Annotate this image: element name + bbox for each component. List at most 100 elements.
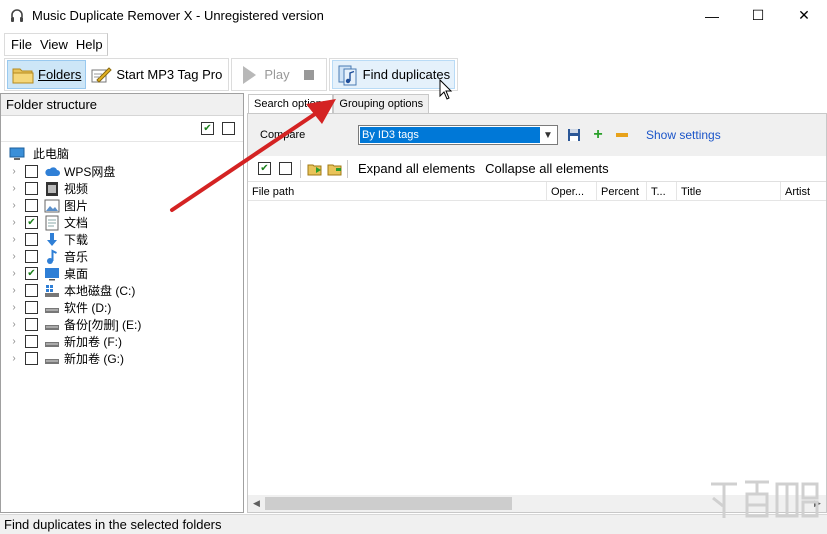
documents-icon <box>44 215 60 231</box>
play-button[interactable]: Play <box>234 60 293 89</box>
chevron-right-icon[interactable]: › <box>7 285 21 296</box>
tree-item-checkbox[interactable] <box>25 182 38 195</box>
collapse-all-button[interactable]: Collapse all elements <box>485 161 609 176</box>
column-percent[interactable]: Percent <box>597 182 647 201</box>
add-icon[interactable]: + <box>590 126 606 143</box>
tree-item[interactable]: › 新加卷 (F:) <box>1 333 243 350</box>
tree-item[interactable]: › 视频 <box>1 180 243 197</box>
tree-item-checkbox[interactable] <box>25 233 38 246</box>
tree-root-label: 此电脑 <box>33 147 70 161</box>
folder-structure-panel: Folder structure ✔ 此电脑 › WPS网盘 › 视频 › 图片 › ✔ 文档 ›… <box>0 93 244 513</box>
menu-file[interactable]: File <box>11 37 32 52</box>
column-file-path[interactable]: File path <box>248 182 547 201</box>
play-label: Play <box>264 67 290 82</box>
chevron-right-icon[interactable]: › <box>7 166 21 177</box>
mp3tag-label: Start MP3 Tag Pro <box>116 67 223 82</box>
scroll-left-icon[interactable]: ◀ <box>248 495 265 512</box>
stop-button[interactable] <box>294 60 324 89</box>
tree-item-checkbox[interactable] <box>25 284 38 297</box>
menu-view[interactable]: View <box>40 37 68 52</box>
chevron-right-icon[interactable]: › <box>7 336 21 347</box>
find-duplicates-button[interactable]: Find duplicates <box>331 60 456 89</box>
expand-all-button[interactable]: Expand all elements <box>358 161 475 176</box>
tree-item[interactable]: › 新加卷 (G:) <box>1 350 243 367</box>
tree-item-checkbox[interactable] <box>25 165 38 178</box>
tree-item[interactable]: › 下载 <box>1 231 243 248</box>
column-artist[interactable]: Artist <box>781 182 826 201</box>
tree-item[interactable]: › 音乐 <box>1 248 243 265</box>
save-icon[interactable] <box>566 127 582 143</box>
computer-icon <box>9 146 25 162</box>
expand-folder-icon[interactable] <box>307 161 323 177</box>
scroll-thumb[interactable] <box>265 497 512 510</box>
tree-item-checkbox[interactable]: ✔ <box>25 216 38 229</box>
toolbar-group-play: Play <box>231 58 327 91</box>
column-operation[interactable]: Oper... <box>547 182 597 201</box>
tree-item-label: 桌面 <box>64 267 89 281</box>
folder-tree: 此电脑 › WPS网盘 › 视频 › 图片 › ✔ 文档 › 下载 › 音乐 › ✔ 桌面 › 本地磁盘 (C:)… <box>1 142 243 367</box>
drive-icon <box>44 334 60 350</box>
minimize-button[interactable]: — <box>689 0 735 31</box>
folder-structure-header: Folder structure <box>1 94 243 116</box>
chevron-right-icon[interactable]: › <box>7 200 21 211</box>
tree-item[interactable]: › 软件 (D:) <box>1 299 243 316</box>
show-settings-link[interactable]: Show settings <box>646 128 721 142</box>
chevron-right-icon[interactable]: › <box>7 302 21 313</box>
watermark-logo <box>711 480 819 518</box>
compare-dropdown[interactable]: By ID3 tags ▼ <box>358 125 558 145</box>
tree-item-label: 视频 <box>64 182 89 196</box>
compare-label: Compare <box>260 129 306 141</box>
tree-item[interactable]: › ✔ 文档 <box>1 214 243 231</box>
video-icon <box>44 181 60 197</box>
tag-edit-icon <box>90 64 113 86</box>
tree-root-this-pc[interactable]: 此电脑 <box>1 144 243 163</box>
search-options-panel: Compare By ID3 tags ▼ + Show settings ✔ … <box>247 113 827 513</box>
select-all-results-checkbox[interactable]: ✔ <box>258 162 271 175</box>
folder-icon <box>12 64 34 86</box>
maximize-button[interactable]: ☐ <box>735 0 781 31</box>
chevron-right-icon[interactable]: › <box>7 319 21 330</box>
folders-button[interactable]: Folders <box>7 60 87 89</box>
check-all-checkbox[interactable]: ✔ <box>201 122 214 135</box>
deselect-all-results-checkbox[interactable] <box>279 162 292 175</box>
chevron-right-icon[interactable]: › <box>7 217 21 228</box>
tree-item-checkbox[interactable] <box>25 352 38 365</box>
play-icon <box>238 64 260 86</box>
close-button[interactable]: ✕ <box>781 0 827 31</box>
tree-item[interactable]: › 图片 <box>1 197 243 214</box>
tree-item-checkbox[interactable] <box>25 199 38 212</box>
results-grid-header: File path Oper... Percent T... Title Art… <box>248 182 826 201</box>
column-title[interactable]: Title <box>677 182 781 201</box>
tree-item-label: WPS网盘 <box>64 165 116 179</box>
status-text: Find duplicates in the selected folders <box>4 517 222 532</box>
tab-grouping-options[interactable]: Grouping options <box>333 94 430 114</box>
tree-item-checkbox[interactable] <box>25 318 38 331</box>
tree-item-checkbox[interactable] <box>25 250 38 263</box>
tree-item[interactable]: › ✔ 桌面 <box>1 265 243 282</box>
chevron-right-icon[interactable]: › <box>7 234 21 245</box>
tab-search-options[interactable]: Search options <box>248 94 334 114</box>
menu-help[interactable]: Help <box>76 37 103 52</box>
folder-check-controls: ✔ <box>1 116 243 142</box>
tree-item-label: 音乐 <box>64 250 89 264</box>
tree-item[interactable]: › 备份[勿删] (E:) <box>1 316 243 333</box>
chevron-right-icon[interactable]: › <box>7 268 21 279</box>
stop-icon <box>298 64 320 86</box>
music-icon <box>44 248 60 265</box>
remove-icon[interactable] <box>614 127 630 143</box>
tree-item-label: 软件 (D:) <box>64 301 112 315</box>
uncheck-all-checkbox[interactable] <box>222 122 235 135</box>
tree-item-checkbox[interactable] <box>25 301 38 314</box>
chevron-right-icon[interactable]: › <box>7 251 21 262</box>
tree-item-checkbox[interactable] <box>25 335 38 348</box>
start-mp3-tag-pro-button[interactable]: Start MP3 Tag Pro <box>86 60 226 89</box>
tree-item-checkbox[interactable]: ✔ <box>25 267 38 280</box>
chevron-right-icon[interactable]: › <box>7 183 21 194</box>
chevron-right-icon[interactable]: › <box>7 353 21 364</box>
column-t[interactable]: T... <box>647 182 677 201</box>
headphones-icon <box>8 7 26 25</box>
tree-item[interactable]: › 本地磁盘 (C:) <box>1 282 243 299</box>
system-drive-icon <box>44 283 60 299</box>
tree-item[interactable]: › WPS网盘 <box>1 163 243 180</box>
collapse-folder-icon[interactable] <box>327 161 343 177</box>
